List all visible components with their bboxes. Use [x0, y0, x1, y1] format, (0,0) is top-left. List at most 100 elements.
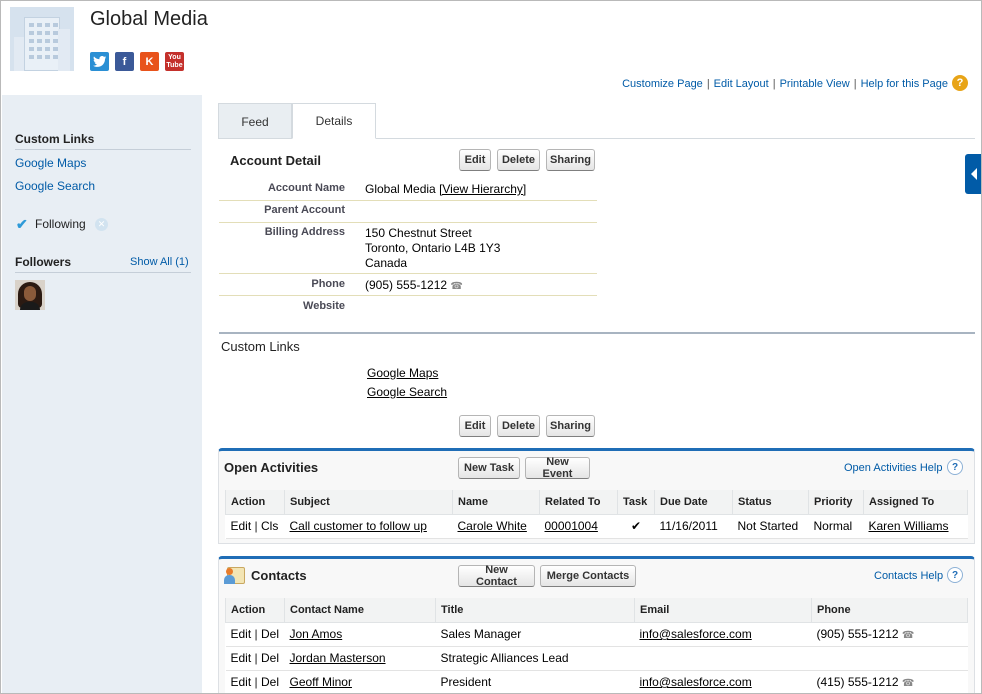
follower-avatar[interactable]	[15, 280, 45, 310]
open-activities-help-link[interactable]: Open Activities Help	[844, 462, 942, 474]
view-hierarchy-link[interactable]: [View Hierarchy]	[439, 182, 526, 196]
link-separator: |	[772, 78, 776, 90]
edit-link[interactable]: Edit	[231, 675, 252, 689]
phone-text: (415) 555-1212	[816, 675, 899, 689]
column-header[interactable]: Title	[435, 598, 635, 623]
column-header[interactable]: Task	[617, 490, 655, 515]
sharing-button[interactable]: Sharing	[546, 149, 595, 171]
custom-links-section-title: Custom Links	[221, 339, 300, 354]
edit-link[interactable]: Edit	[231, 651, 252, 665]
sidebar-google-search-link[interactable]: Google Search	[15, 179, 95, 193]
column-header[interactable]: Phone	[811, 598, 968, 623]
followers-title: Followers	[15, 255, 72, 269]
phone-icon[interactable]: ☎	[902, 630, 914, 641]
phone-icon[interactable]: ☎	[450, 281, 462, 292]
close-link[interactable]: Cls	[261, 519, 278, 533]
edit-layout-link[interactable]: Edit Layout	[714, 78, 769, 90]
delete-link[interactable]: Del	[261, 651, 279, 665]
subject-cell: Call customer to follow up	[284, 514, 453, 539]
related-to-link[interactable]: 00001004	[545, 519, 598, 533]
delete-link[interactable]: Del	[261, 675, 279, 689]
column-header[interactable]: Assigned To	[863, 490, 968, 515]
phone-text: (905) 555-1212	[816, 627, 899, 641]
merge-contacts-button[interactable]: Merge Contacts	[540, 565, 636, 587]
facebook-icon[interactable]: f	[115, 52, 134, 71]
column-header[interactable]: Contact Name	[284, 598, 436, 623]
column-header[interactable]: Due Date	[654, 490, 733, 515]
due-date-cell: 11/16/2011	[654, 514, 733, 539]
priority-cell: Normal	[808, 514, 864, 539]
divider	[219, 295, 597, 296]
phone-cell	[811, 646, 968, 671]
subject-link[interactable]: Call customer to follow up	[290, 519, 427, 533]
contact-name-link[interactable]: Jordan Masterson	[290, 651, 386, 665]
account-name-text: Global Media	[365, 182, 436, 196]
help-page-link[interactable]: Help for this Page	[861, 78, 948, 90]
top-links: Customize Page | Edit Layout | Printable…	[622, 78, 948, 90]
tab-bar: Feed Details	[218, 103, 376, 139]
printable-view-link[interactable]: Printable View	[780, 78, 850, 90]
contact-name-link[interactable]: Jon Amos	[290, 627, 343, 641]
help-icon[interactable]: ?	[952, 75, 968, 91]
new-contact-button[interactable]: New Contact	[458, 564, 535, 588]
phone-icon[interactable]: ☎	[902, 678, 914, 689]
help-icon[interactable]: ?	[947, 459, 963, 475]
phone-cell: (415) 555-1212 ☎	[811, 670, 968, 693]
contacts-help-link[interactable]: Contacts Help	[874, 570, 943, 582]
title-cell: President	[435, 670, 635, 693]
customize-page-link[interactable]: Customize Page	[622, 78, 703, 90]
contact-name-link[interactable]: Geoff Minor	[290, 675, 352, 689]
email-cell: info@salesforce.com	[634, 622, 812, 647]
account-name-label: Account Name	[267, 182, 345, 194]
sidebar-collapse-handle[interactable]	[965, 154, 981, 194]
divider	[15, 272, 191, 273]
edit-link[interactable]: Edit	[231, 627, 252, 641]
help-icon[interactable]: ?	[947, 567, 963, 583]
name-link[interactable]: Carole White	[458, 519, 527, 533]
phone-label: Phone	[311, 278, 345, 290]
column-header: Action	[225, 490, 285, 515]
show-all-followers-link[interactable]: Show All (1)	[130, 256, 189, 268]
column-header[interactable]: Related To	[539, 490, 618, 515]
link-separator: |	[254, 627, 258, 641]
unfollow-icon[interactable]: ✕	[95, 218, 108, 231]
klout-icon[interactable]: K	[140, 52, 159, 71]
sharing-button-bottom[interactable]: Sharing	[546, 415, 595, 437]
column-header[interactable]: Email	[634, 598, 812, 623]
twitter-icon[interactable]	[90, 52, 109, 71]
google-search-link[interactable]: Google Search	[367, 385, 447, 399]
email-link[interactable]: info@salesforce.com	[640, 627, 752, 641]
new-task-button[interactable]: New Task	[458, 457, 520, 479]
link-separator: |	[254, 651, 258, 665]
tab-feed[interactable]: Feed	[218, 103, 292, 139]
delete-link[interactable]: Del	[261, 627, 279, 641]
column-header[interactable]: Name	[452, 490, 540, 515]
email-cell: info@salesforce.com	[634, 670, 812, 693]
open-activities-title: Open Activities	[224, 460, 319, 475]
divider	[15, 149, 191, 150]
column-header[interactable]: Subject	[284, 490, 453, 515]
assigned-to-link[interactable]: Karen Williams	[869, 519, 949, 533]
name-cell: Carole White	[452, 514, 540, 539]
contacts-icon	[224, 565, 246, 585]
column-header[interactable]: Priority	[808, 490, 864, 515]
table-row: Edit | Cls Call customer to follow up Ca…	[225, 514, 968, 539]
column-header[interactable]: Status	[732, 490, 809, 515]
edit-link[interactable]: Edit	[231, 519, 252, 533]
google-maps-link[interactable]: Google Maps	[367, 366, 438, 380]
parent-account-label: Parent Account	[264, 204, 345, 216]
email-link[interactable]: info@salesforce.com	[640, 675, 752, 689]
title-cell: Sales Manager	[435, 622, 635, 647]
sidebar-google-maps-link[interactable]: Google Maps	[15, 156, 86, 170]
phone-text: (905) 555-1212	[365, 278, 448, 292]
delete-button-bottom[interactable]: Delete	[497, 415, 540, 437]
edit-button[interactable]: Edit	[459, 149, 491, 171]
edit-button-bottom[interactable]: Edit	[459, 415, 491, 437]
tab-details[interactable]: Details	[292, 103, 376, 139]
new-event-button[interactable]: New Event	[525, 456, 590, 480]
page-title: Global Media	[90, 8, 208, 30]
status-cell: Not Started	[732, 514, 809, 539]
action-cell: Edit | Del	[225, 670, 285, 693]
youtube-icon[interactable]: You Tube	[165, 52, 184, 71]
delete-button[interactable]: Delete	[497, 149, 540, 171]
